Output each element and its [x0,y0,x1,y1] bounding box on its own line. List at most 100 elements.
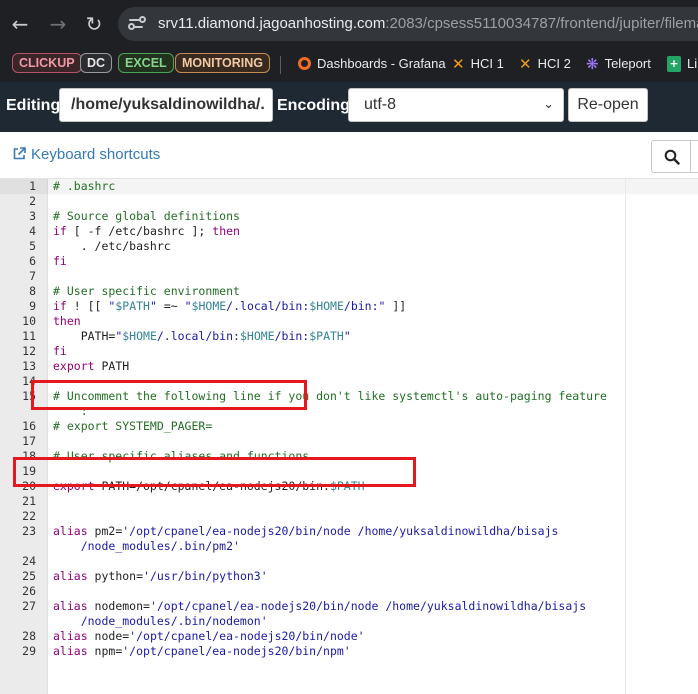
bookmark-label: HCI 1 [470,56,504,71]
code-line[interactable]: 28 alias node='/opt/cpanel/ea-nodejs20/bi… [0,629,698,644]
site-info-icon[interactable] [127,14,149,34]
url-text[interactable]: srv11.diamond.jagoanhosting.com:2083/cps… [158,15,698,33]
keyboard-shortcuts-link[interactable]: Keyboard shortcuts [13,146,160,164]
bookmark-hci-2[interactable]: ✕ HCI 2 [519,53,571,75]
search-next-button[interactable] [690,140,698,173]
bookmark-folder-clickup[interactable]: CLICKUP [12,53,82,73]
line-number: 5 [29,239,36,253]
line-code: . /etc/bashrc [53,239,171,254]
code-line[interactable]: /node_modules/.bin/pm2' [0,539,698,554]
code-line[interactable]: 25 alias python='/usr/bin/python3' [0,569,698,584]
code-line[interactable]: 10 then [0,314,698,329]
code-line[interactable]: 6 fi [0,254,698,269]
line-code: if [ -f /etc/bashrc ]; then [53,224,240,239]
line-number: 10 [22,314,36,328]
code-line[interactable]: 11 PATH= " $HOME/.local/bin:$HOME/bin:$PAT… [0,329,698,344]
line-number: 23 [22,524,36,538]
line-code: if ! [[ "$PATH" =~ "$HOME/.local/bin:$HO… [53,299,406,314]
address-bar[interactable]: srv11.diamond.jagoanhosting.com:2083/cps… [118,7,698,41]
code-line[interactable]: 5 . /etc/bashrc [0,239,698,254]
code-line[interactable]: 17 [0,434,698,449]
code-token: python= [87,569,144,583]
file-path-field[interactable]: /home/yuksaldinowildha/. [59,88,273,122]
code-token: pm2= [87,524,123,538]
code-line[interactable]: 16 # export SYSTEMD_PAGER= [0,419,698,434]
code-token: npm= [87,644,123,658]
code-token: PATH [94,359,130,373]
code-lines[interactable]: 1 # .bashrc 2 3 # Source global definitions 4… [0,179,698,659]
chevron-down-icon: ⌄ [543,97,554,112]
url-host: srv11.diamond.jagoanhosting.com [158,15,386,32]
line-code: # .bashrc [53,179,115,194]
bookmark-folder-dc[interactable]: DC [80,53,113,73]
line-code: # User specific environment [53,284,240,299]
code-token: '/opt/cpanel/ea-nodejs20/bin/node /home/… [149,599,587,613]
browser-chrome: ← → ↻ srv11.diamond.jagoanhosting.com:20… [0,0,698,82]
code-line[interactable]: 1 # .bashrc [0,179,698,194]
code-token: [ -f /etc/bashrc ]; [66,224,213,238]
encoding-select[interactable]: utf-8 ⌄ [348,88,564,122]
bookmark-folder-excel[interactable]: EXCEL [118,53,174,73]
code-token: $HOME [191,299,227,313]
code-line[interactable]: 29 alias npm='/opt/cpanel/ea-nodejs20/bin… [0,644,698,659]
code-line[interactable]: 22 [0,509,698,524]
forward-arrow-icon[interactable]: → [46,12,70,36]
code-token: " [149,299,157,313]
code-line[interactable]: 26 [0,584,698,599]
line-number: 2 [29,194,36,208]
bookmark-li[interactable]: + Li [667,53,697,75]
code-token: ! [[ [66,299,109,313]
x-logo-icon: ✕ [452,54,465,73]
search-button[interactable] [651,140,691,173]
bookmarks-bar: CLICKUP DC EXCEL MONITORING Dashboards -… [0,48,698,82]
code-token: node= [87,629,130,643]
code-line[interactable]: 12 fi [0,344,698,359]
code-token: alias [53,569,88,583]
reopen-button[interactable]: Re-open [568,88,648,122]
back-arrow-icon[interactable]: ← [8,12,32,36]
code-line[interactable]: 7 [0,269,698,284]
encoding-value: utf-8 [364,96,397,113]
code-line[interactable]: 13 export PATH [0,359,698,374]
code-token: /node_modules/.bin/pm2' [53,539,240,553]
bookmark-folder-monitoring[interactable]: MONITORING [175,53,271,73]
bookmark-grafana[interactable]: Dashboards - Grafana [298,53,446,75]
code-line[interactable]: 3 # Source global definitions [0,209,698,224]
code-token: alias [53,629,88,643]
code-line[interactable]: 4 if [ -f /etc/bashrc ]; then [0,224,698,239]
code-line[interactable]: 24 [0,554,698,569]
code-token: fi [53,254,67,268]
line-code: # Source global definitions [53,209,240,224]
code-token: fi [53,344,67,358]
code-line[interactable]: 27 alias nodemon='/opt/cpanel/ea-nodejs20… [0,599,698,614]
code-line[interactable]: 2 [0,194,698,209]
code-token: # User specific environment [53,284,240,298]
line-code: alias nodemon='/opt/cpanel/ea-nodejs20/b… [53,599,586,614]
code-token: /.local/bin: [226,299,310,313]
browser-nav-row: ← → ↻ srv11.diamond.jagoanhosting.com:20… [0,0,698,48]
code-line[interactable]: 8 # User specific environment [0,284,698,299]
code-line[interactable]: 21 [0,494,698,509]
line-number: 4 [29,224,36,238]
annotation-box-npm-alias [13,457,416,487]
bookmarks-divider [280,56,281,74]
reload-icon[interactable]: ↻ [82,12,106,36]
bookmark-teleport[interactable]: ❋ Teleport [586,53,651,75]
line-number: 21 [22,494,36,508]
code-token: nodemon= [87,599,150,613]
grafana-icon [298,57,311,71]
code-token: PATH= [53,329,116,343]
code-line[interactable]: 9 if ! [[ "$PATH" =~ "$HOME/.local/bin:$H… [0,299,698,314]
code-token: $HOME [122,329,157,343]
code-editor[interactable]: 1 # .bashrc 2 3 # Source global definitions 4… [0,178,698,694]
code-token: '/opt/cpanel/ea-nodejs20/bin/npm' [122,644,351,658]
bookmark-hci-1[interactable]: ✕ HCI 1 [452,53,504,75]
line-code: /node_modules/.bin/pm2' [53,539,240,554]
code-line[interactable]: 23 alias pm2='/opt/cpanel/ea-nodejs20/bin… [0,524,698,539]
code-line[interactable]: /node_modules/.bin/nodemon' [0,614,698,629]
line-code: # export SYSTEMD_PAGER= [53,419,212,434]
line-code: fi [53,344,67,359]
keyboard-shortcuts-label: Keyboard shortcuts [31,146,161,163]
line-number: 28 [22,629,36,643]
code-token: " [343,329,351,343]
